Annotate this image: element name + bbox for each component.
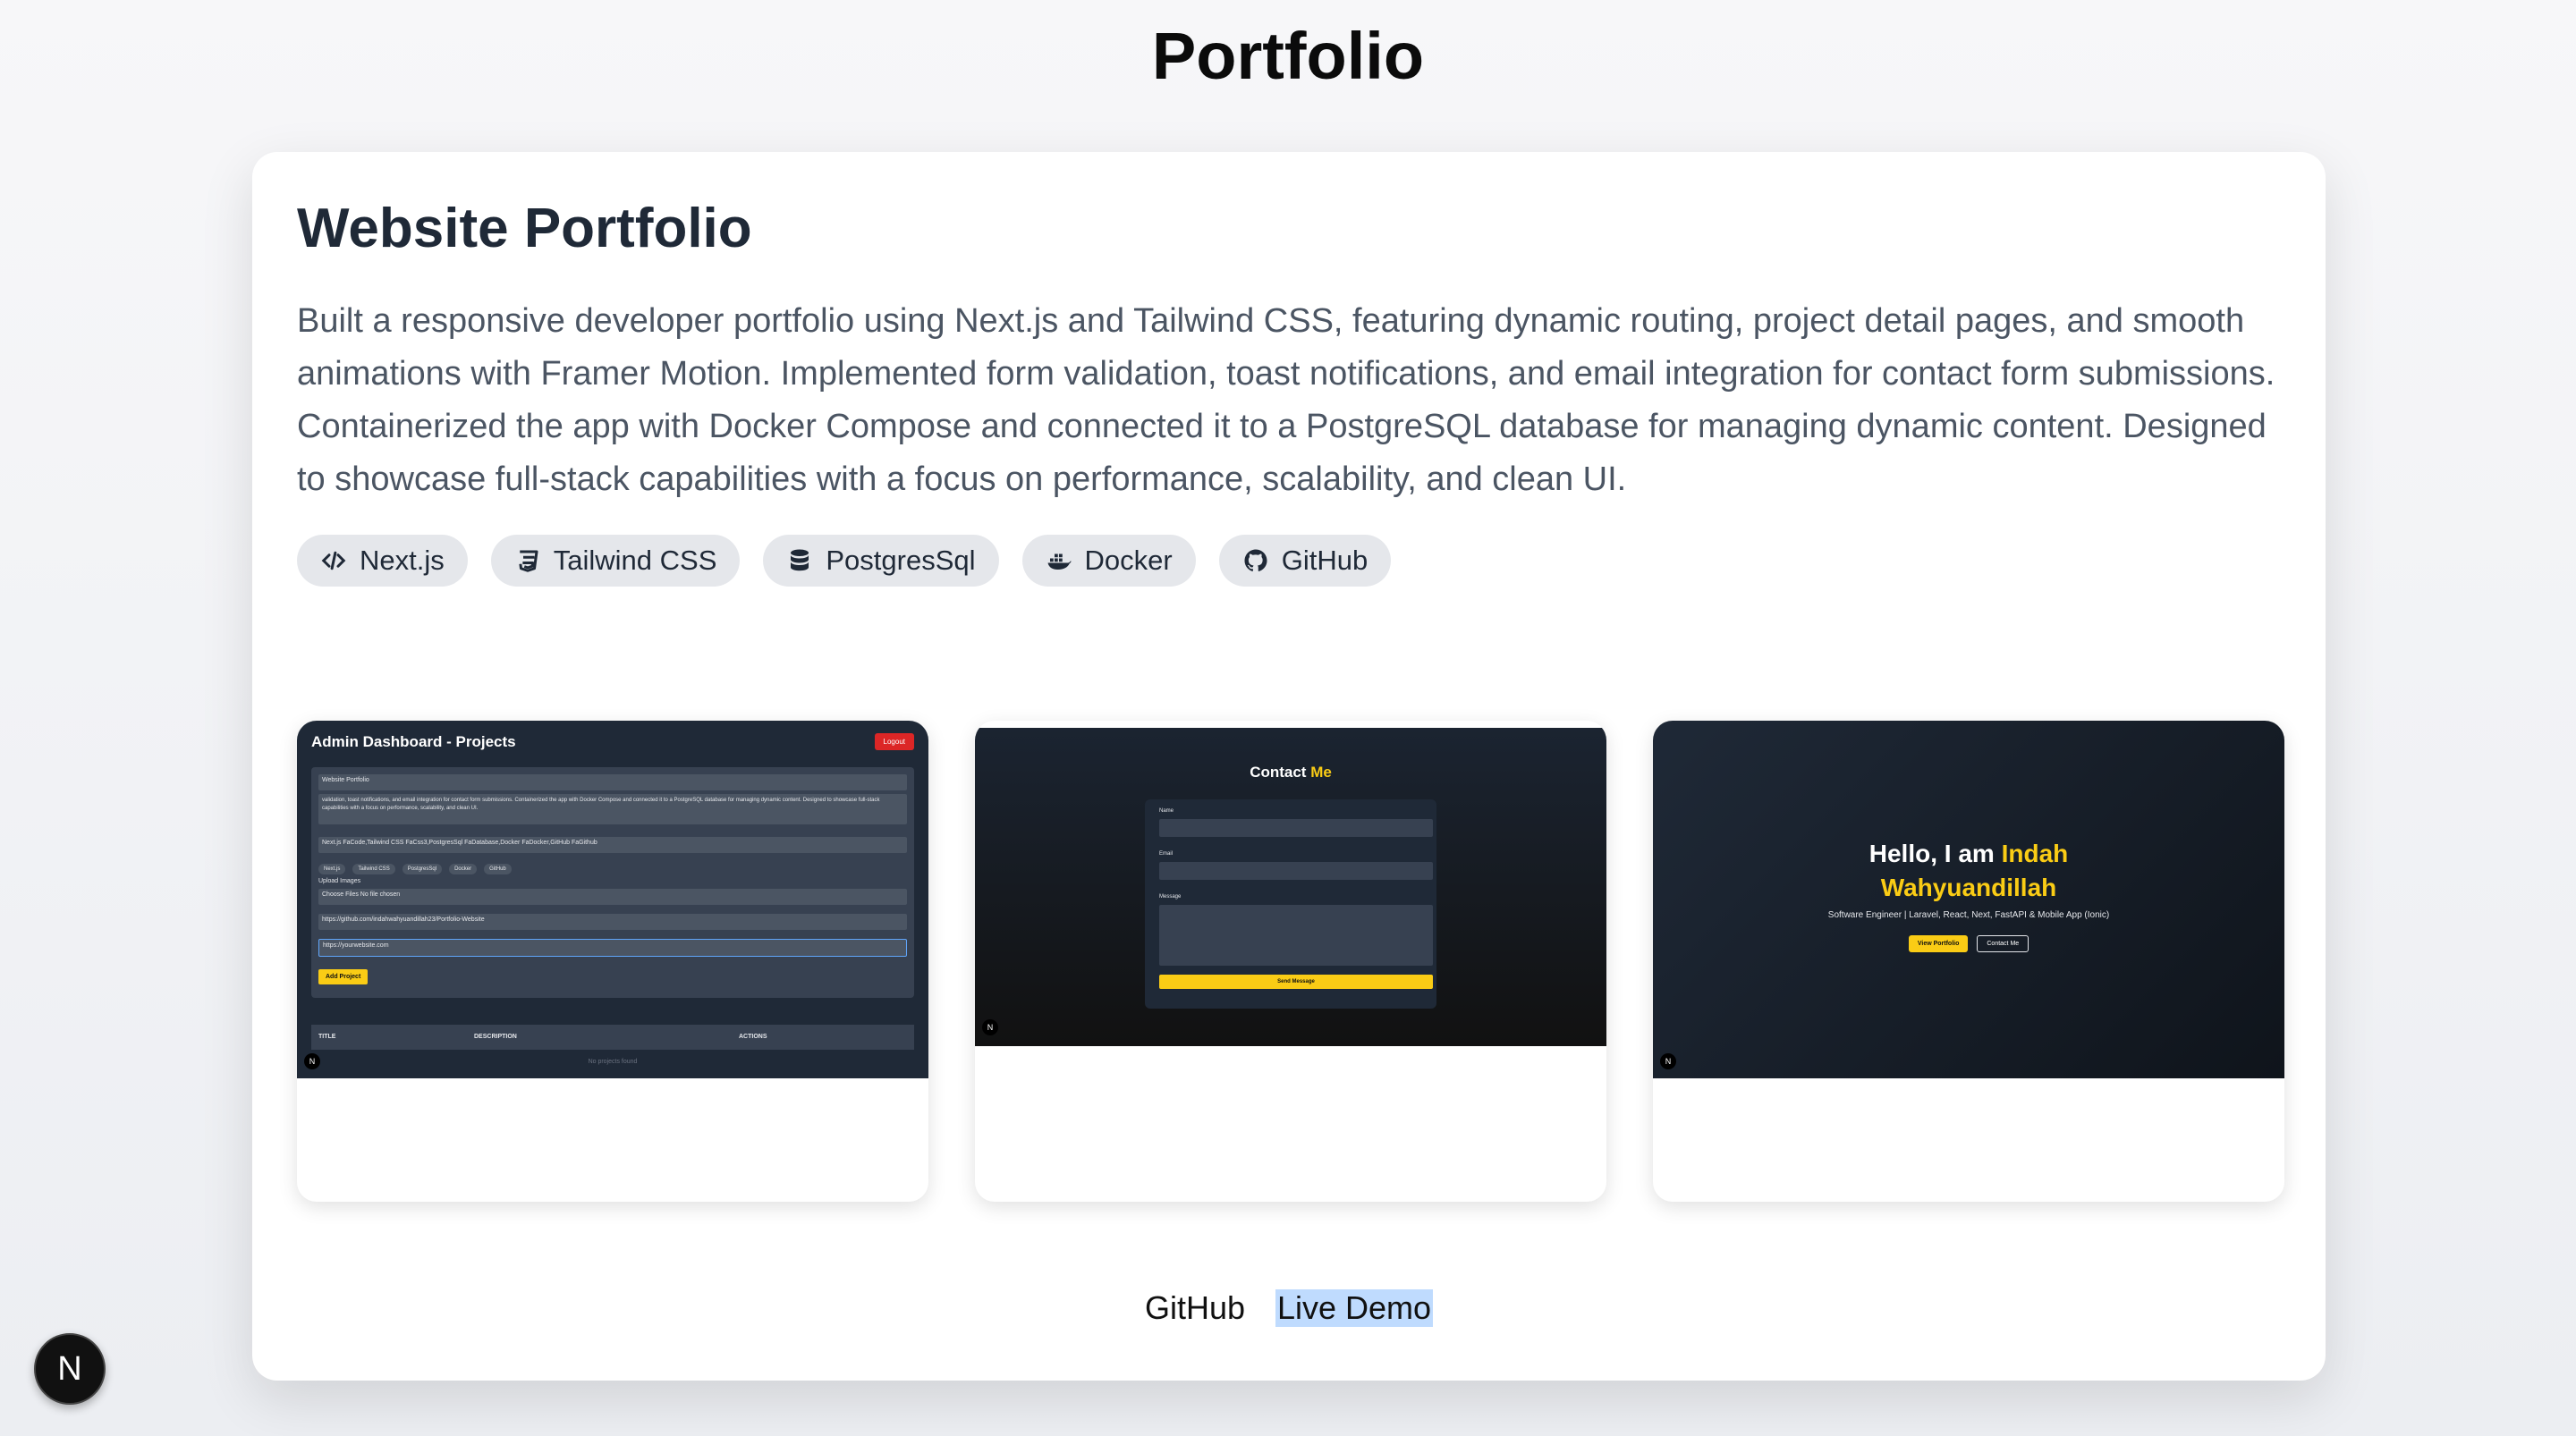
hero-name-a: Indah xyxy=(2001,840,2069,867)
tag-tailwind: Tailwind CSS xyxy=(490,535,741,587)
contact-name-label: Name xyxy=(1159,808,1174,814)
admin-mini-tag: GitHub xyxy=(484,864,512,874)
admin-empty-message: No projects found xyxy=(588,1059,638,1065)
admin-mini-tag: Docker xyxy=(449,864,478,874)
tag-nextjs: Next.js xyxy=(297,535,468,587)
hero-name-b: Wahyuandillah xyxy=(1880,874,2057,901)
screenshot-card-admin[interactable]: Admin Dashboard - Projects Logout Websit… xyxy=(297,721,928,1202)
admin-file-field: Choose Files No file chosen xyxy=(318,889,907,905)
github-icon xyxy=(1244,549,1267,571)
admin-field-title: Website Portfolio xyxy=(318,774,907,790)
database-icon xyxy=(791,549,809,571)
admin-logout-button: Logout xyxy=(874,733,914,750)
contact-message-input xyxy=(1159,905,1433,966)
project-links: GitHub Live Demo xyxy=(252,1289,2326,1327)
tag-label: Tailwind CSS xyxy=(553,545,717,576)
admin-form: Website Portfolio validation, toast noti… xyxy=(311,767,914,998)
docker-icon xyxy=(1047,553,1071,570)
project-title: Website Portfolio xyxy=(297,198,752,259)
admin-mini-tag: PostgresSql xyxy=(402,864,443,874)
contact-form-box: Name Email Message Send Message xyxy=(1145,799,1436,1009)
hero-image: Hello, I am Indah Wahyuandillah Software … xyxy=(1653,721,2284,1078)
contact-send-button: Send Message xyxy=(1159,975,1433,989)
contact-name-input xyxy=(1159,819,1433,837)
contact-message-label: Message xyxy=(1159,894,1182,900)
admin-demo-url: https://yourwebsite.com xyxy=(318,939,907,957)
next-mini-badge: N xyxy=(982,1019,998,1035)
contact-title-b: Me xyxy=(1310,764,1332,781)
admin-github-url: https://github.com/indahwahyuandillah23/… xyxy=(318,914,907,930)
admin-field-tags: Next.js FaCode,Tailwind CSS FaCss3,Postg… xyxy=(318,837,907,853)
contact-email-input xyxy=(1159,862,1433,880)
col-description: DESCRIPTION xyxy=(474,1034,517,1040)
admin-dashboard-image: Admin Dashboard - Projects Logout Websit… xyxy=(297,721,928,1078)
admin-mini-tag: Next.js xyxy=(318,864,346,874)
code-icon xyxy=(321,551,346,570)
hero-subtitle: Software Engineer | Laravel, React, Next… xyxy=(1827,910,2110,920)
col-actions: ACTIONS xyxy=(739,1034,767,1040)
tag-docker: Docker xyxy=(1021,535,1196,587)
github-link[interactable]: GitHub xyxy=(1145,1289,1245,1327)
page-title: Portfolio xyxy=(1151,19,1425,93)
next-mini-badge: N xyxy=(304,1053,320,1069)
admin-mini-tags: Next.js Tailwind CSS PostgresSql Docker … xyxy=(318,864,512,874)
screenshot-card-hero[interactable]: Hello, I am Indah Wahyuandillah Software … xyxy=(1653,721,2284,1202)
admin-header: Admin Dashboard - Projects xyxy=(311,733,516,750)
tag-label: PostgresSql xyxy=(826,545,976,576)
tag-label: Next.js xyxy=(360,545,445,576)
admin-mini-tag: Tailwind CSS xyxy=(352,864,395,874)
hero-view-portfolio-button: View Portfolio xyxy=(1908,935,1969,952)
next-mini-badge: N xyxy=(1660,1053,1676,1069)
tag-label: Docker xyxy=(1084,545,1173,576)
tag-label: GitHub xyxy=(1281,545,1368,576)
contact-title: Contact Me xyxy=(975,764,1606,781)
contact-title-a: Contact xyxy=(1250,764,1311,781)
hero-heading: Hello, I am Indah Wahyuandillah xyxy=(1653,837,2284,905)
contact-form-image: Contact Me Name Email Message Send Messa… xyxy=(975,728,1606,1046)
screenshot-gallery: Admin Dashboard - Projects Logout Websit… xyxy=(297,721,2284,1202)
project-description: Built a responsive developer portfolio u… xyxy=(297,302,2275,498)
tag-postgres: PostgresSql xyxy=(763,535,999,587)
admin-add-project-button: Add Project xyxy=(318,969,369,984)
hero-greet: Hello, I am xyxy=(1868,840,2002,867)
live-demo-link[interactable]: Live Demo xyxy=(1275,1289,1434,1327)
col-title: TITLE xyxy=(318,1034,336,1040)
tag-github: GitHub xyxy=(1218,535,1392,587)
hero-contact-button: Contact Me xyxy=(1977,935,2029,952)
css-icon xyxy=(519,550,538,572)
nextjs-dev-badge[interactable]: N xyxy=(34,1333,106,1405)
contact-email-label: Email xyxy=(1159,851,1174,857)
tech-tags: Next.js Tailwind CSS PostgresSql Docker … xyxy=(297,535,1392,587)
screenshot-card-contact[interactable]: Contact Me Name Email Message Send Messa… xyxy=(975,721,1606,1202)
admin-upload-label: Upload Images xyxy=(318,878,361,884)
admin-field-description: validation, toast notifications, and ema… xyxy=(318,794,907,824)
admin-table-header: TITLE DESCRIPTION ACTIONS xyxy=(311,1025,914,1050)
project-card: Website Portfolio Built a responsive dev… xyxy=(252,152,2326,1381)
hero-buttons: View Portfolio Contact Me xyxy=(1653,935,2284,952)
